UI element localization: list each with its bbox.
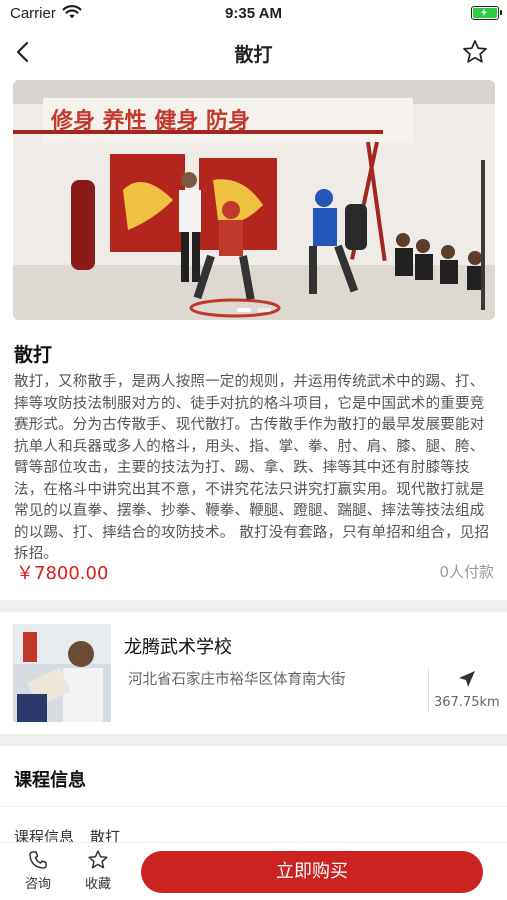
- paid-count: 0人付款: [439, 563, 494, 581]
- favorite-button[interactable]: [461, 38, 489, 66]
- banner-text: 修身 养性 健身 防身: [50, 108, 250, 134]
- consult-label: 咨询: [24, 877, 51, 892]
- course-info-title: 课程信息: [14, 770, 86, 791]
- carousel-dot[interactable]: [237, 308, 251, 312]
- carousel-dot[interactable]: [257, 308, 271, 312]
- divider: [0, 806, 507, 807]
- phone-icon: [29, 851, 47, 869]
- school-thumbnail: [13, 624, 111, 722]
- section-divider: [0, 600, 507, 612]
- status-bar: Carrier 9:35 AM: [0, 0, 507, 28]
- location-arrow-icon[interactable]: [456, 668, 478, 690]
- bottom-action-bar: 咨询 收藏 立即购买: [0, 842, 507, 900]
- nav-bar: 散打: [0, 28, 507, 76]
- consult-button[interactable]: 咨询: [16, 849, 60, 892]
- favorite-label: 收藏: [84, 877, 111, 892]
- school-name: 龙腾武术学校: [124, 637, 232, 658]
- hero-photo: 修身 养性 健身 防身: [13, 80, 495, 320]
- page-title: 散打: [234, 44, 273, 66]
- buy-now-button[interactable]: 立即购买: [141, 851, 483, 893]
- hero-image-carousel[interactable]: 修身 养性 健身 防身: [13, 80, 495, 320]
- school-distance: 367.75km: [434, 695, 500, 710]
- course-price: ￥7800.00: [16, 563, 109, 584]
- star-outline-icon: [88, 850, 108, 869]
- school-address: 河北省石家庄市裕华区体育南大街: [128, 672, 346, 688]
- battery-charging-icon: [471, 6, 502, 20]
- bottom-favorite-button[interactable]: 收藏: [76, 849, 120, 892]
- course-description: 散打，又称散手，是两人按照一定的规则，并运用传统武术中的踢、打、摔等攻防技法制服…: [14, 374, 490, 562]
- status-time: 9:35 AM: [225, 5, 282, 22]
- school-card[interactable]: 龙腾武术学校 河北省石家庄市裕华区体育南大街 367.75km: [0, 612, 507, 732]
- course-title: 散打: [14, 344, 53, 366]
- carousel-indicator: [13, 308, 495, 312]
- section-divider: [0, 734, 507, 746]
- vertical-divider: [428, 666, 429, 712]
- star-outline-icon: [463, 40, 487, 63]
